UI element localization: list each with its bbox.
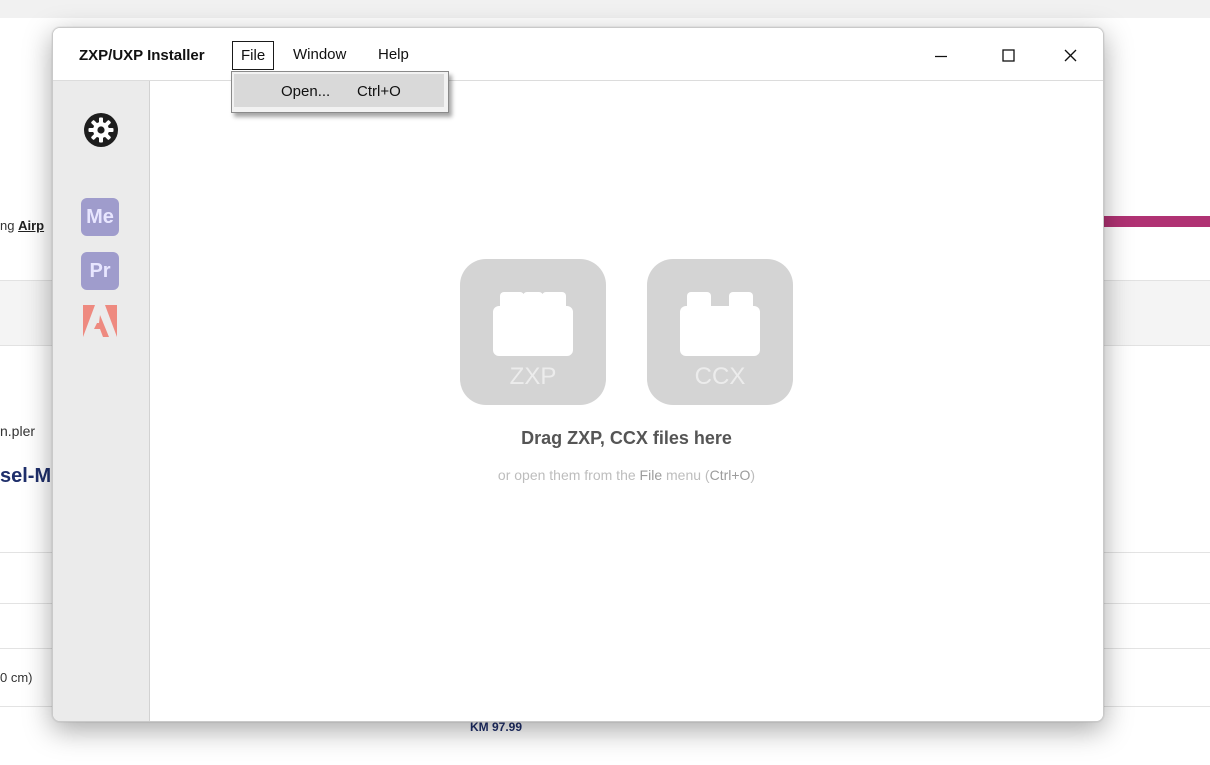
background-size-text: 0 cm) — [0, 670, 33, 685]
background-top-strip — [0, 0, 1210, 18]
open-hint: or open them from the File menu (Ctrl+O) — [150, 467, 1103, 483]
drop-zone[interactable]: ZXP CCX Drag ZXP, CCX files here or open… — [150, 81, 1103, 721]
hint-middle: menu ( — [662, 467, 710, 483]
ccx-label: CCX — [694, 363, 746, 390]
installer-window: ZXP/UXP Installer File Window Help Me Pr… — [52, 27, 1104, 722]
background-accent-bar — [1100, 216, 1210, 227]
settings-button[interactable] — [82, 111, 120, 149]
drag-instructions: Drag ZXP, CCX files here — [521, 428, 732, 448]
menu-item-open-shortcut: Ctrl+O — [357, 83, 401, 100]
menu-help[interactable]: Help — [371, 41, 416, 69]
hint-suffix: ) — [750, 467, 756, 483]
premiere-pro-app-icon[interactable]: Pr — [81, 252, 119, 290]
title-bar[interactable]: ZXP/UXP Installer File Window Help — [53, 28, 1103, 81]
close-button[interactable] — [1047, 40, 1093, 72]
ccx-package-tile: CCX — [647, 259, 793, 405]
maximize-icon — [1002, 49, 1015, 62]
zxp-package-tile: ZXP — [460, 259, 606, 405]
hint-shortcut: Ctrl+O — [709, 467, 751, 483]
background-product-name[interactable]: sel-M — [0, 465, 51, 488]
sidebar: Me Pr — [53, 81, 150, 721]
background-url-text: n.pler — [0, 423, 36, 439]
media-encoder-app-icon[interactable]: Me — [81, 198, 119, 236]
menu-file[interactable]: File — [232, 41, 275, 70]
adobe-app-icon[interactable] — [81, 303, 119, 341]
hint-menu: File — [639, 467, 663, 483]
menu-window[interactable]: Window — [286, 41, 353, 69]
background-price: KM 97.99 — [470, 720, 523, 734]
minimize-icon — [935, 55, 947, 58]
app-title: ZXP/UXP Installer — [79, 47, 205, 64]
minimize-button[interactable] — [917, 40, 963, 72]
background-airline-text: ng Airp — [0, 218, 44, 233]
background-airline-link[interactable]: Airp — [18, 218, 44, 233]
close-icon — [1064, 49, 1077, 62]
gear-icon — [84, 113, 118, 147]
file-menu-dropdown: Open... Ctrl+O — [231, 71, 449, 113]
background-airline-prefix: ng — [0, 218, 19, 233]
zxp-label: ZXP — [509, 363, 557, 390]
hint-prefix: or open them from the — [497, 467, 640, 483]
adobe-logo-icon — [83, 305, 117, 337]
menu-item-open[interactable]: Open... Ctrl+O — [234, 74, 444, 107]
maximize-button[interactable] — [985, 40, 1031, 72]
menu-item-open-label: Open... — [281, 83, 331, 100]
